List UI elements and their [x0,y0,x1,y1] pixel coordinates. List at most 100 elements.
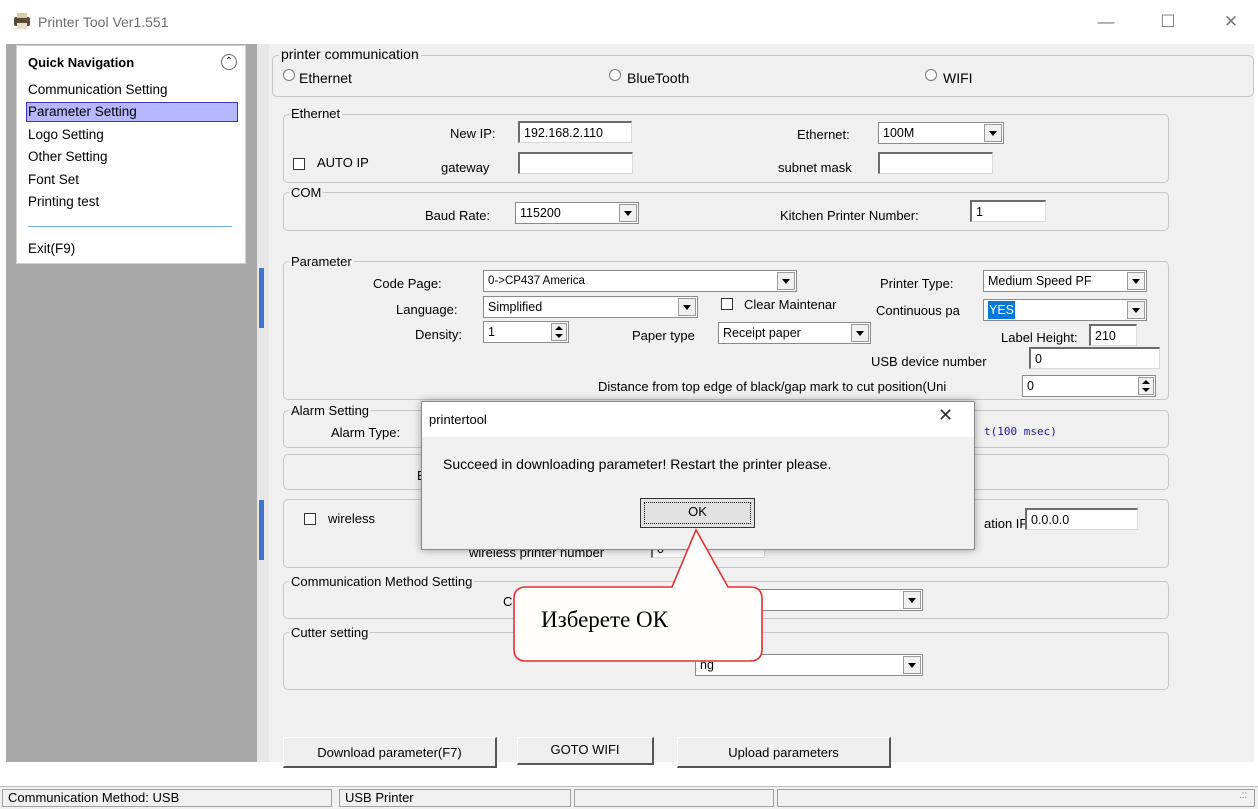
alarm-type-label: Alarm Type: [331,425,401,440]
wireless-label[interactable]: wireless [328,511,375,526]
chevron-down-icon[interactable] [903,656,921,674]
bluetooth-radio[interactable] [609,69,621,81]
language-label: Language: [396,302,458,317]
code-page-label: Code Page: [373,276,442,291]
download-parameter-button[interactable]: Download parameter(F7) [283,737,497,768]
splitter-grip[interactable] [259,500,264,560]
chevron-down-icon[interactable] [851,324,869,342]
ok-button[interactable]: OK [640,498,755,528]
printer-app-icon [12,12,32,30]
ethernet-legend: Ethernet [289,106,343,121]
ethernet-radio[interactable] [283,69,295,81]
nav-item-parameter-setting[interactable]: Parameter Setting [28,102,137,123]
dialog-title: printertool [429,412,487,427]
ethernet-speed-select[interactable]: 100M [878,122,1004,144]
gateway-input[interactable] [518,152,633,174]
minimize-button[interactable]: — [1095,12,1117,32]
paper-type-select[interactable]: Receipt paper [718,322,871,344]
alarm-setting-legend: Alarm Setting [289,403,372,418]
nav-item-other-setting[interactable]: Other Setting [28,147,108,168]
baud-rate-value: 115200 [520,206,561,220]
nav-divider [28,226,232,227]
baud-rate-select[interactable]: 115200 [515,202,639,224]
wifi-radio-label[interactable]: WIFI [943,70,973,86]
status-printer: USB Printer [339,789,571,807]
chevron-down-icon[interactable] [903,591,921,609]
com-legend: COM [289,185,324,200]
baud-rate-label: Baud Rate: [425,208,491,223]
chevron-down-icon[interactable] [678,298,696,316]
close-button[interactable]: ✕ [1220,12,1242,32]
cut-distance-spinner[interactable]: 0 [1022,375,1156,397]
destination-ip-input[interactable]: 0.0.0.0 [1025,508,1138,530]
spinner-arrows-icon[interactable] [551,323,567,341]
chevron-down-icon[interactable] [984,124,1002,142]
nav-item-communication-setting[interactable]: Communication Setting [28,80,168,101]
paper-type-label: Paper type [632,328,695,343]
instruction-callout [512,527,772,667]
splitter-grip[interactable] [259,268,264,328]
window-title: Printer Tool Ver1.551 [38,14,169,30]
label-height-input[interactable]: 210 [1089,324,1137,346]
status-communication-method: Communication Method: USB [2,789,332,807]
code-page-select[interactable]: 0->CP437 America [483,270,797,292]
printer-type-select[interactable]: Medium Speed PF [983,270,1147,292]
continuous-paper-value: YES [988,301,1016,319]
label-height-label: Label Height: [1001,330,1078,345]
code-page-value: 0->CP437 America [488,275,585,287]
chevron-down-icon[interactable] [1127,301,1145,319]
printer-communication-legend: printer communication [279,46,421,62]
resize-grip[interactable]: .:: [1239,790,1247,801]
subnet-mask-input[interactable] [878,152,993,174]
spinner-arrows-icon[interactable] [1138,377,1154,395]
bluetooth-radio-label[interactable]: BlueTooth [627,70,689,86]
splitter[interactable] [257,44,269,762]
language-select[interactable]: Simplified [483,296,698,318]
chevron-down-icon[interactable] [619,204,637,222]
density-value: 1 [488,325,495,339]
nav-item-exit[interactable]: Exit(F9) [28,239,75,260]
density-spinner[interactable]: 1 [483,321,569,343]
printer-type-label: Printer Type: [880,276,954,291]
kitchen-printer-input[interactable]: 1 [970,200,1046,222]
subnet-mask-label: subnet mask [778,160,852,175]
upload-parameters-button[interactable]: Upload parameters [677,737,891,768]
ethernet-speed-value: 100M [883,126,915,140]
clear-maintenance-checkbox[interactable] [721,298,733,310]
chevron-down-icon[interactable] [777,272,795,290]
auto-ip-label[interactable]: AUTO IP [317,155,369,170]
nav-item-font-set[interactable]: Font Set [28,170,79,191]
nav-item-printing-test[interactable]: Printing test [28,192,99,213]
continuous-paper-select[interactable]: YES [983,299,1147,321]
title-bar [0,0,1258,44]
callout-bubble-shape [513,528,763,662]
cut-distance-label: Distance from top edge of black/gap mark… [598,379,947,394]
kitchen-printer-label: Kitchen Printer Number: [780,208,919,223]
density-label: Density: [415,327,462,342]
language-value: Simplified [488,300,543,314]
callout-text: Изберете ОК [541,607,668,632]
auto-ip-checkbox[interactable] [293,158,305,170]
clear-maintenance-label[interactable]: Clear Maintenar [744,297,837,312]
new-ip-input[interactable]: 192.168.2.110 [518,121,632,143]
wireless-checkbox[interactable] [304,513,316,525]
destination-ip-label: ation IP [984,516,1029,531]
parameter-legend: Parameter [289,254,354,269]
usb-device-number-input[interactable]: 0 [1029,347,1160,369]
collapse-icon[interactable]: ⌃ [221,54,237,70]
cutter-setting-legend: Cutter setting [289,625,371,640]
dialog-message: Succeed in downloading parameter! Restar… [443,456,832,472]
usb-device-number-label: USB device number [871,354,987,369]
ethernet-group [283,114,1169,183]
ethernet-speed-label: Ethernet: [797,127,850,142]
alarm-unit-text: t(100 msec) [984,425,1057,438]
nav-item-logo-setting[interactable]: Logo Setting [28,125,104,146]
goto-wifi-button[interactable]: GOTO WIFI [517,737,654,765]
dialog-title-bar [422,402,974,437]
partial-label: C [503,594,513,609]
chevron-down-icon[interactable] [1127,272,1145,290]
dialog-close-icon[interactable]: ✕ [938,405,953,426]
maximize-button[interactable]: ☐ [1157,12,1179,32]
ethernet-radio-label[interactable]: Ethernet [299,70,352,86]
wifi-radio[interactable] [925,69,937,81]
